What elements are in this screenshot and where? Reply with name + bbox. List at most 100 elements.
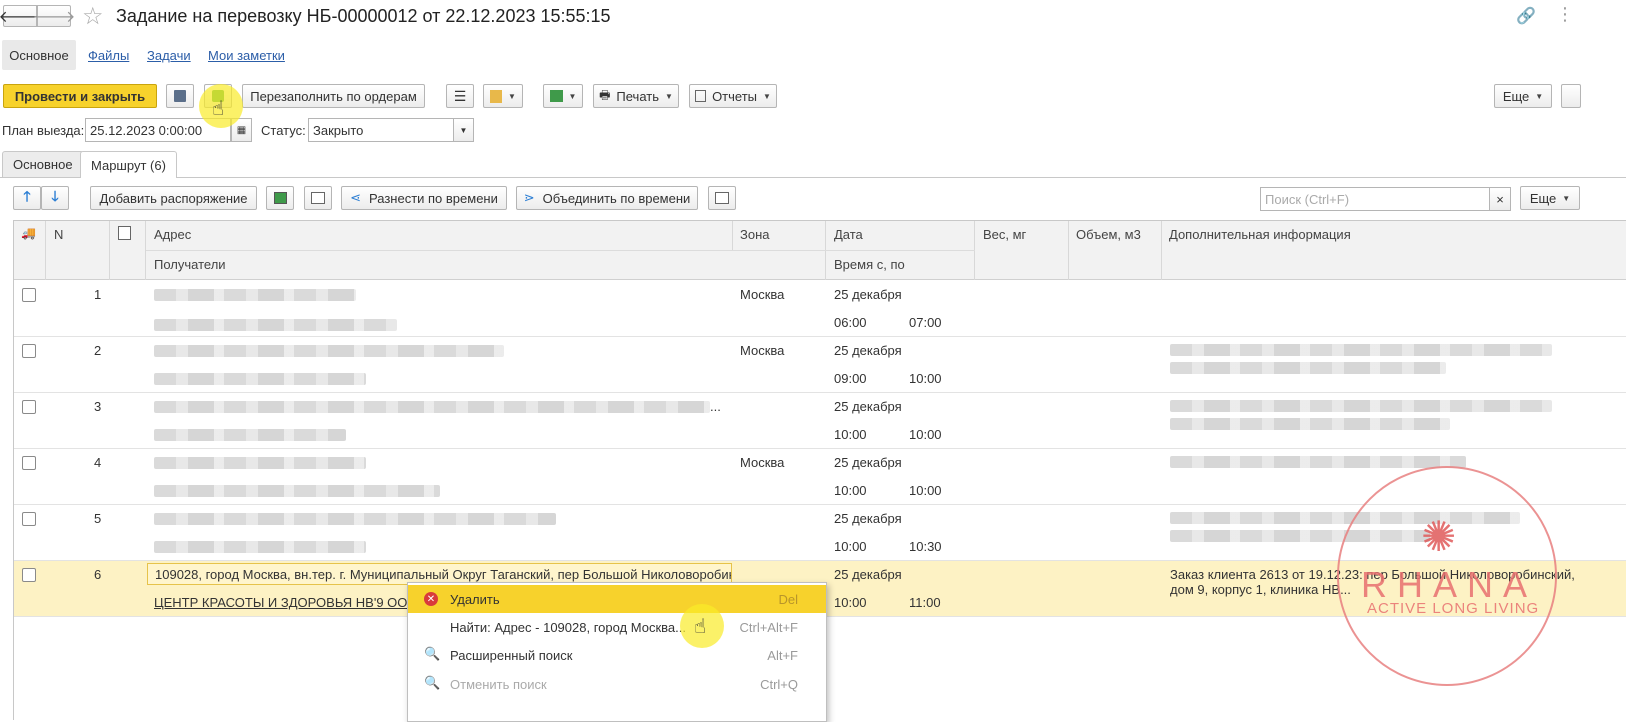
distribute-by-time-button[interactable]: ⋖ Разнести по времени (341, 186, 507, 210)
rhana-watermark: ✺ RHANA ACTIVE LONG LIVING (1337, 466, 1557, 686)
header-time: Время с, по (834, 257, 905, 272)
menu-cancel-search-label: Отменить поиск (450, 676, 547, 692)
help-button[interactable] (1561, 84, 1581, 108)
merge-by-time-button[interactable]: ⋗ Объединить по времени (516, 186, 698, 210)
row-recipient[interactable]: ЦЕНТР КРАСОТЫ И ЗДОРОВЬЯ НВ'9 ООО (154, 595, 418, 610)
arrow-right-icon: 🡒 (32, 8, 76, 26)
row-number: 3 (94, 399, 102, 414)
row-number: 2 (94, 343, 102, 358)
row-time-to: 07:00 (909, 315, 942, 330)
recipient-redacted (154, 429, 346, 441)
document-create-icon (490, 89, 503, 103)
more-button[interactable]: Еще ▼ (1494, 84, 1552, 108)
watermark-tagline: ACTIVE LONG LIVING (1367, 600, 1540, 617)
header-volume: Объем, м3 (1076, 227, 1141, 242)
info-redacted (1170, 344, 1552, 356)
status-label: Статус: (261, 123, 306, 138)
row-zone: Москва (740, 455, 785, 470)
menu-item-delete[interactable]: ✕ Удалить Del (408, 585, 826, 613)
menu-item-find[interactable]: Найти: Адрес - 109028, город Москва... C… (408, 613, 826, 641)
header-weight: Вес, мг (983, 227, 1027, 242)
recipient-redacted (154, 485, 440, 497)
status-dropdown-button[interactable]: ▼ (453, 118, 474, 142)
post-and-close-button[interactable]: Провести и закрыть (3, 84, 157, 108)
floppy-disk-icon (174, 90, 186, 102)
info-redacted (1170, 456, 1466, 468)
move-up-button[interactable]: 🡑 (13, 186, 41, 210)
distribute-label: Разнести по времени (369, 190, 498, 206)
nav-tab-notes[interactable]: Мои заметки (208, 48, 285, 63)
tab-main[interactable]: Основное (2, 151, 84, 177)
exchange-icon (549, 90, 563, 102)
nav-tab-main-label: Основное (9, 47, 69, 63)
row-checkbox[interactable] (22, 288, 36, 302)
merge-icon: ⋗ (523, 190, 535, 205)
reports-label: Отчеты (712, 88, 757, 104)
tab-route[interactable]: Маршрут (6) (80, 151, 177, 178)
info-redacted (1170, 418, 1450, 430)
header-n: N (54, 227, 64, 242)
tab-main-label: Основное (13, 157, 73, 172)
address-redacted (154, 457, 366, 469)
copy-button[interactable] (304, 186, 332, 210)
address-redacted (154, 513, 556, 525)
search-icon: 🔍 (424, 646, 441, 661)
nav-tab-files[interactable]: Файлы (88, 48, 129, 63)
row-checkbox[interactable] (22, 344, 36, 358)
nav-tab-main[interactable]: Основное (2, 40, 76, 70)
menu-cancel-search-shortcut: Ctrl+Q (760, 676, 798, 692)
clear-search-button[interactable]: × (1489, 187, 1511, 211)
row-time-to: 10:00 (909, 427, 942, 442)
menu-item-advanced-search[interactable]: 🔍 Расширенный поиск Alt+F (408, 641, 826, 669)
menu-advanced-search-shortcut: Alt+F (767, 647, 798, 663)
rhana-logo-icon: ✺ (1421, 513, 1457, 560)
row-checkbox[interactable] (22, 512, 36, 526)
exchange-button[interactable]: ▼ (543, 84, 583, 108)
status-select[interactable]: Закрыто (308, 118, 454, 142)
create-based-on-button[interactable]: ▼ (483, 84, 523, 108)
refill-by-orders-button[interactable]: Перезаполнить по ордерам (242, 84, 425, 108)
menu-advanced-search-label: Расширенный поиск (450, 647, 573, 663)
row-checkbox[interactable] (22, 568, 36, 582)
menu-delete-label: Удалить (450, 591, 500, 607)
add-order-button[interactable]: Добавить распоряжение (90, 186, 257, 210)
move-down-button[interactable]: 🡓 (41, 186, 69, 210)
route-more-label: Еще (1529, 190, 1557, 206)
row-time-to: 11:00 (909, 595, 941, 610)
row-number: 4 (94, 455, 102, 470)
copy-icon (311, 192, 325, 204)
row-date: 25 декабря (834, 399, 902, 414)
nav-tab-tasks[interactable]: Задачи (147, 48, 191, 63)
merge-label: Объединить по времени (542, 190, 691, 206)
row-number: 5 (94, 511, 102, 526)
row-checkbox[interactable] (22, 456, 36, 470)
check-all-button[interactable] (266, 186, 294, 210)
row-info-line2: дом 9, корпус 1, клиника НВ... (1170, 582, 1351, 597)
route-more-button[interactable]: Еще ▼ (1520, 186, 1580, 210)
hand-cursor-icon: ☝ (694, 616, 707, 638)
row-checkbox[interactable] (22, 400, 36, 414)
row-number: 1 (94, 287, 102, 302)
print-button[interactable]: 🖶 Печать ▼ (593, 84, 679, 108)
row-date: 25 декабря (834, 567, 902, 582)
address-redacted (154, 401, 710, 413)
tab-route-label: Маршрут (6) (91, 157, 166, 173)
row-time-to: 10:30 (909, 539, 942, 554)
doc-header-icon (118, 226, 131, 240)
forward-button[interactable]: 🡒 (33, 5, 75, 27)
report-doc-button[interactable] (708, 186, 736, 210)
reports-button[interactable]: Отчеты ▼ (689, 84, 777, 108)
distribute-icon: ⋖ (350, 190, 361, 205)
save-button[interactable] (166, 84, 194, 108)
more-vertical-icon[interactable]: ⋮ (1556, 4, 1574, 25)
search-placeholder: Поиск (Ctrl+F) (1265, 191, 1350, 207)
row-time-from: 10:00 (834, 539, 867, 554)
context-menu: ✕ Удалить Del Найти: Адрес - 109028, гор… (407, 582, 827, 722)
recipient-redacted (154, 319, 397, 331)
menu-item-cancel-search[interactable]: 🔍 Отменить поиск Ctrl+Q (408, 670, 826, 698)
list-button[interactable]: ☰ (446, 84, 474, 108)
search-input[interactable]: Поиск (Ctrl+F) (1260, 187, 1490, 211)
header-address: Адрес (154, 227, 192, 242)
link-icon[interactable]: 🔗 (1516, 6, 1536, 26)
favorite-star-icon[interactable]: ☆ (82, 2, 104, 31)
